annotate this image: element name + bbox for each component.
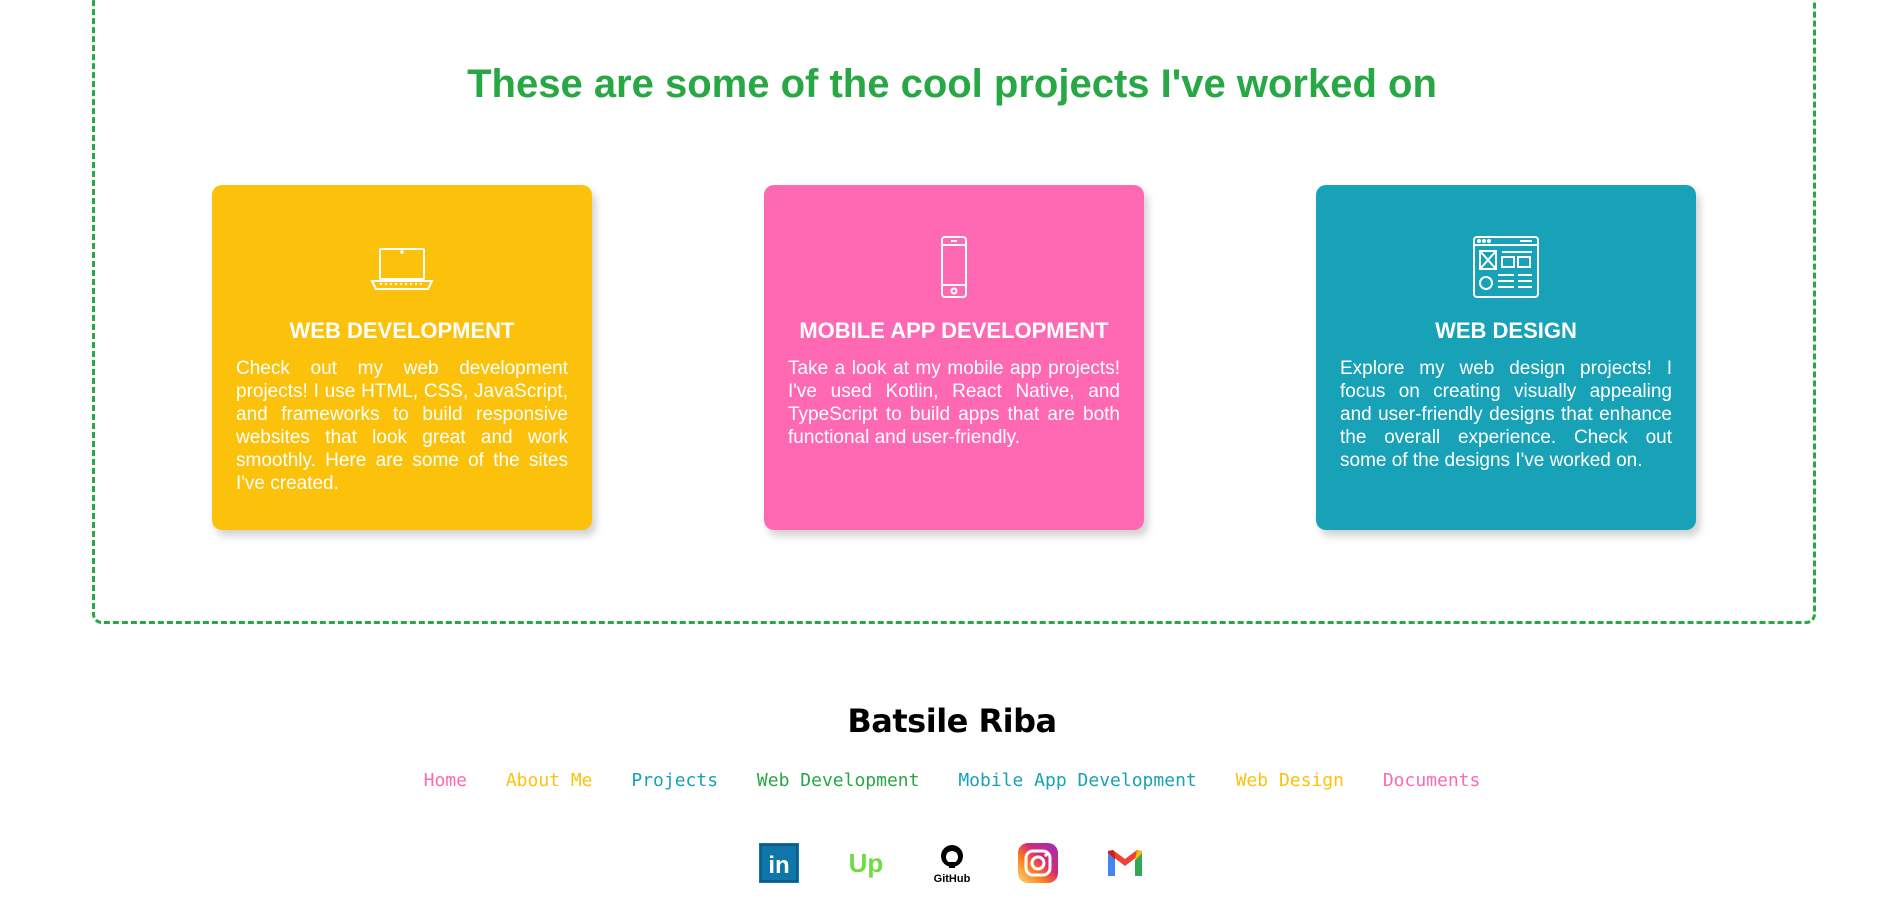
- social-links: in Up GitHub: [0, 842, 1904, 885]
- laptop-icon: [236, 235, 568, 299]
- card-description: Take a look at my mobile app projects! I…: [788, 358, 1120, 448]
- upwork-icon[interactable]: Up: [845, 842, 887, 884]
- footer-link-home[interactable]: Home: [424, 770, 467, 791]
- card-description: Explore my web design projects! I focus …: [1340, 358, 1672, 471]
- footer-name: Batsile Riba: [847, 702, 1057, 740]
- card-title: WEB DESIGN: [1435, 318, 1577, 343]
- card-description: Check out my web development projects! I…: [236, 358, 568, 494]
- svg-text:Up: Up: [848, 848, 883, 878]
- card-title: WEB DEVELOPMENT: [289, 318, 515, 343]
- footer-link-documents[interactable]: Documents: [1383, 770, 1481, 791]
- card-title: MOBILE APP DEVELOPMENT: [799, 318, 1109, 343]
- footer-link-web-development[interactable]: Web Development: [757, 770, 920, 791]
- footer-link-web-design[interactable]: Web Design: [1236, 770, 1344, 791]
- instagram-icon[interactable]: [1017, 842, 1059, 884]
- svg-text:GitHub: GitHub: [934, 873, 971, 884]
- project-card-web-design[interactable]: WEB DESIGN Explore my web design project…: [1316, 185, 1696, 530]
- project-card-web-development[interactable]: WEB DEVELOPMENT Check out my web develop…: [212, 185, 592, 530]
- footer-nav: Home About Me Projects Web Development M…: [0, 770, 1904, 791]
- footer-link-mobile-app-development[interactable]: Mobile App Development: [958, 770, 1196, 791]
- smartphone-icon: [788, 235, 1120, 299]
- gmail-icon[interactable]: [1104, 842, 1146, 884]
- wireframe-icon: [1340, 235, 1672, 299]
- svg-text:in: in: [768, 852, 789, 879]
- projects-heading: These are some of the cool projects I've…: [467, 62, 1437, 106]
- project-card-mobile-app-development[interactable]: MOBILE APP DEVELOPMENT Take a look at my…: [764, 185, 1144, 530]
- footer-link-projects[interactable]: Projects: [631, 770, 718, 791]
- github-icon[interactable]: GitHub: [931, 842, 973, 885]
- linkedin-icon[interactable]: in: [758, 842, 800, 884]
- footer-link-about-me[interactable]: About Me: [506, 770, 593, 791]
